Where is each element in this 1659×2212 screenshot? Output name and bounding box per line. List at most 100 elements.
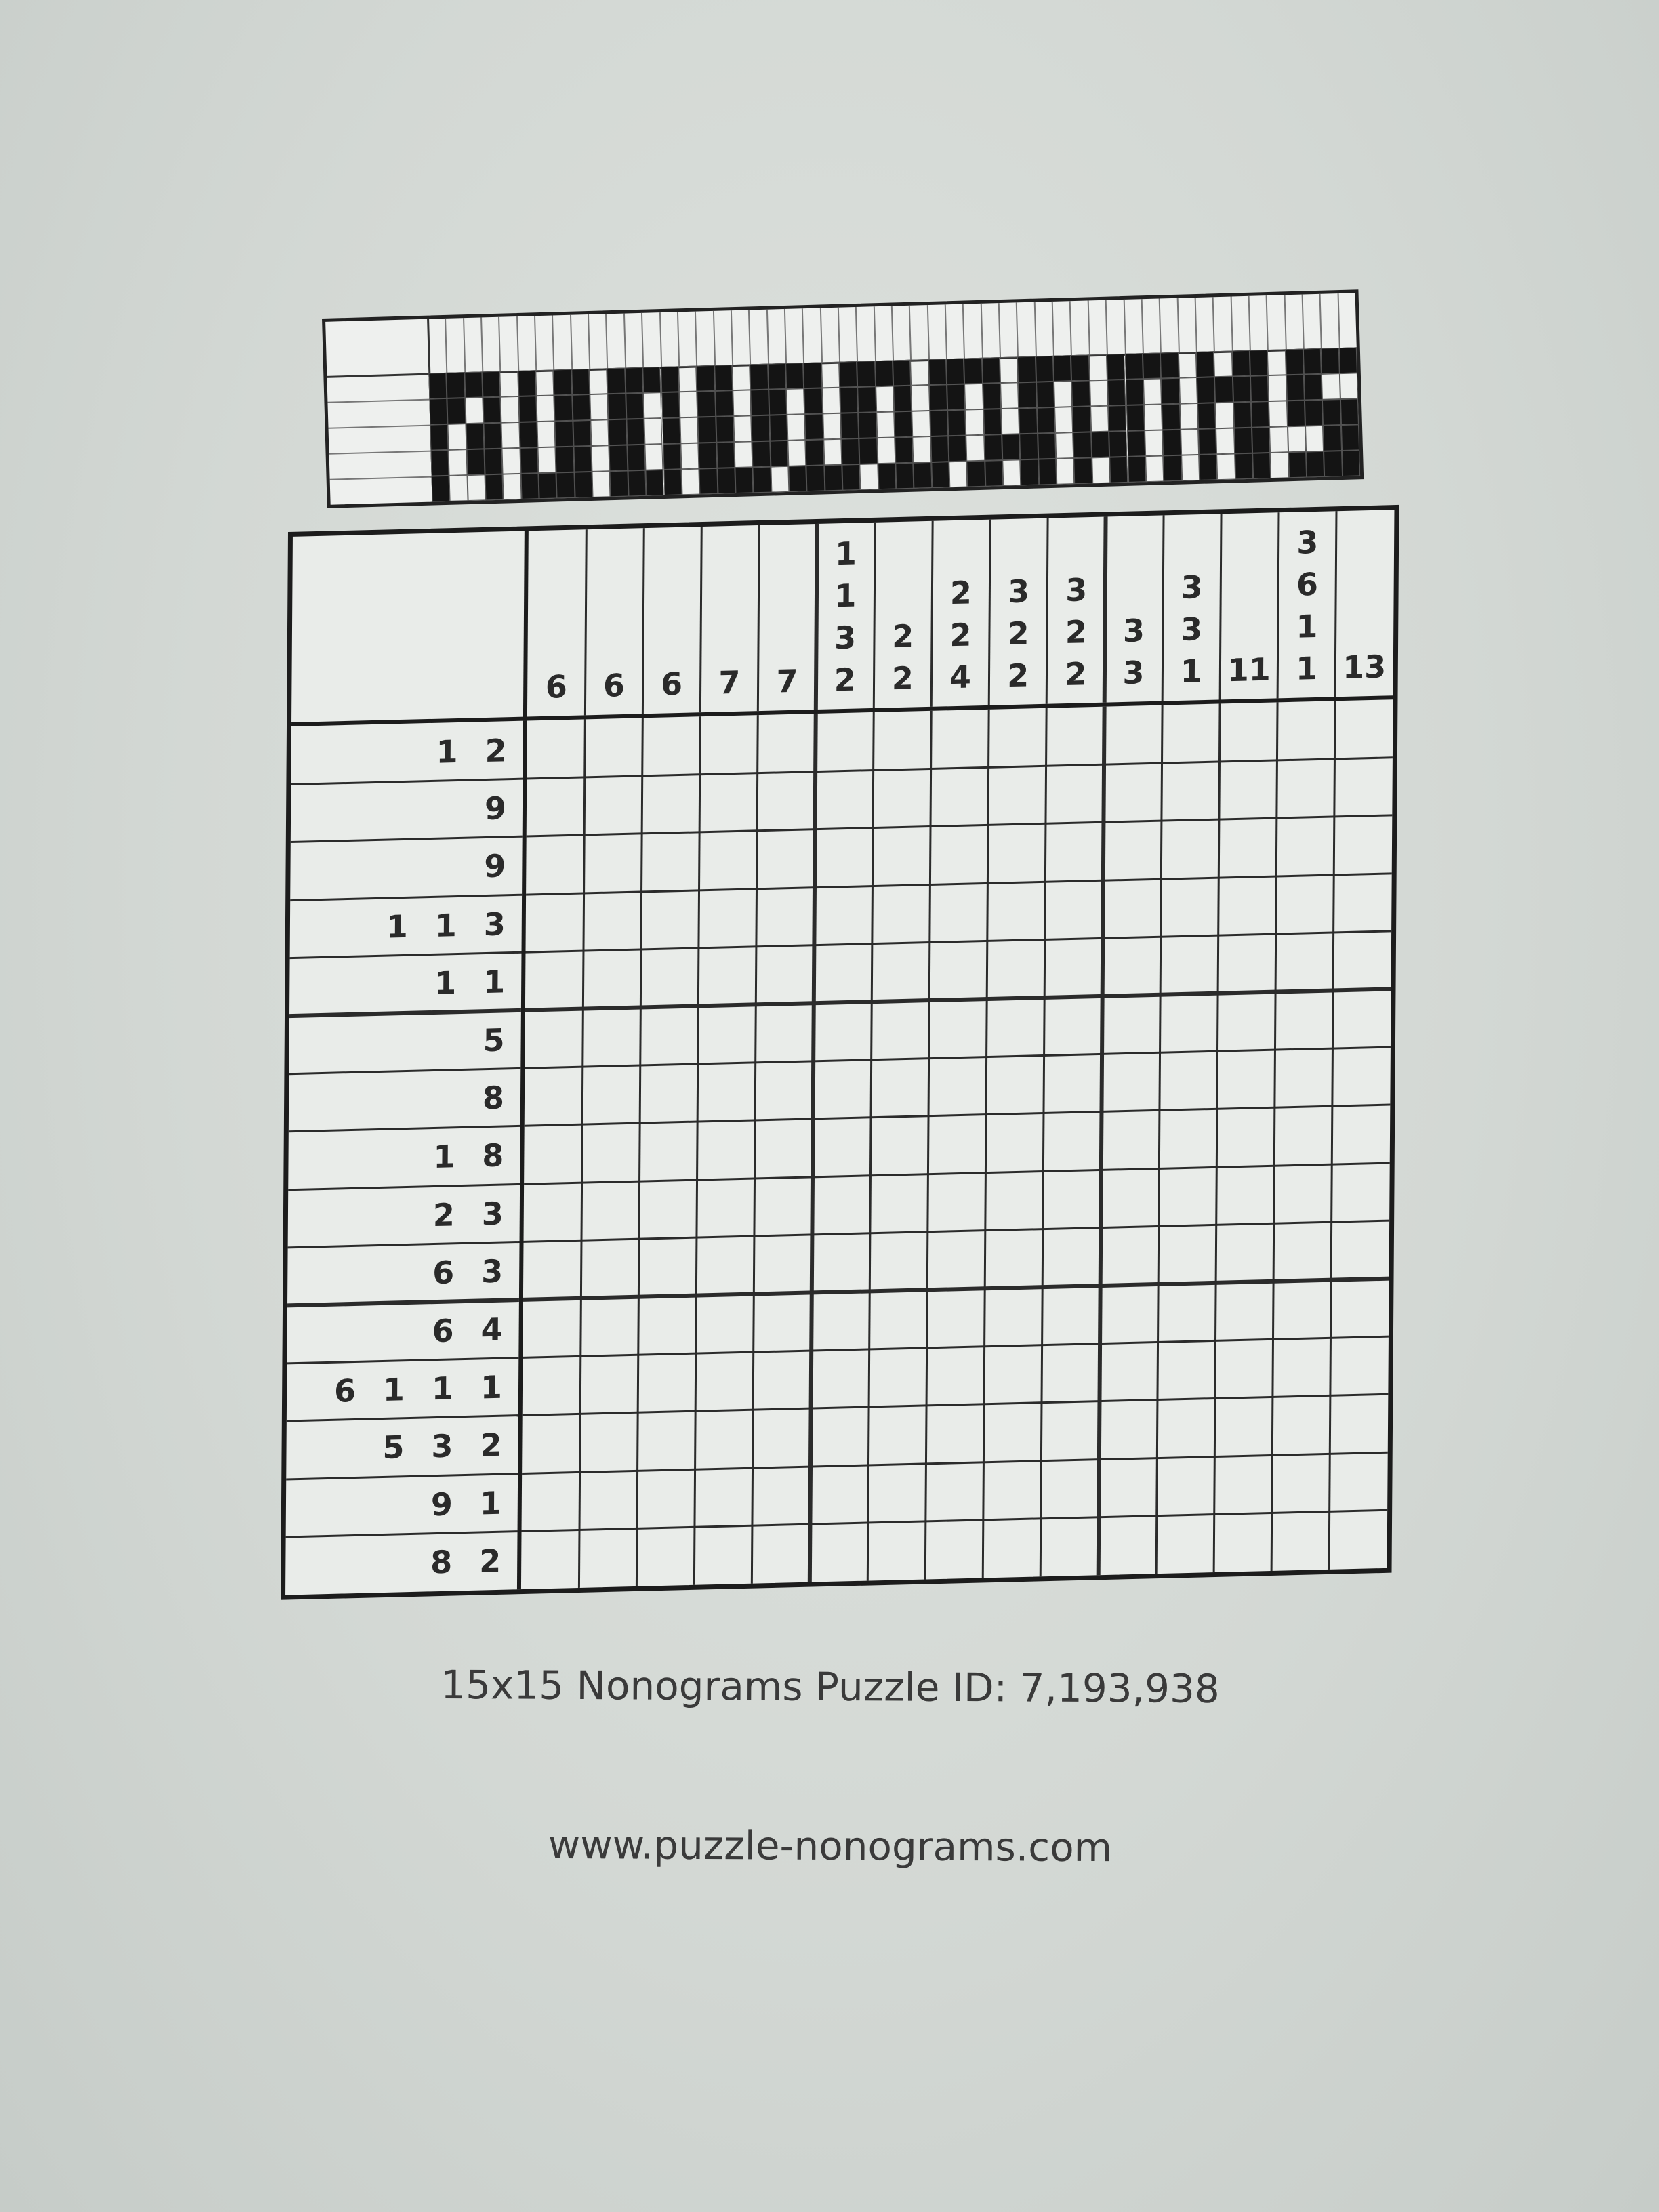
grid-cell[interactable]: [1044, 1054, 1102, 1113]
grid-cell[interactable]: [637, 1469, 695, 1529]
grid-cell[interactable]: [1044, 1112, 1102, 1172]
grid-cell[interactable]: [928, 1172, 986, 1232]
grid-cell[interactable]: [1214, 1513, 1272, 1573]
grid-cell[interactable]: [1334, 874, 1392, 933]
grid-cell[interactable]: [640, 1006, 699, 1065]
grid-cell[interactable]: [985, 1229, 1043, 1289]
grid-cell[interactable]: [695, 1352, 754, 1412]
grid-cell[interactable]: [1158, 1340, 1216, 1400]
grid-cell[interactable]: [867, 1521, 926, 1581]
grid-cell[interactable]: [1157, 1399, 1215, 1458]
grid-cell[interactable]: [583, 892, 642, 951]
grid-cell[interactable]: [1046, 764, 1104, 824]
grid-cell[interactable]: [1100, 1284, 1158, 1344]
grid-cell[interactable]: [929, 999, 987, 1059]
grid-cell[interactable]: [814, 944, 872, 1004]
grid-cell[interactable]: [525, 951, 583, 1010]
grid-cell[interactable]: [523, 1240, 581, 1300]
grid-cell[interactable]: [927, 1231, 985, 1290]
grid-cell[interactable]: [1331, 1221, 1389, 1280]
grid-cell[interactable]: [1103, 821, 1162, 880]
grid-cell[interactable]: [983, 1460, 1042, 1520]
grid-cell[interactable]: [753, 1408, 811, 1468]
grid-cell[interactable]: [582, 1007, 640, 1067]
grid-cell[interactable]: [1275, 991, 1334, 1050]
grid-cell[interactable]: [584, 776, 642, 836]
grid-cell[interactable]: [925, 1520, 983, 1580]
grid-cell[interactable]: [757, 830, 815, 889]
grid-cell[interactable]: [524, 1183, 582, 1242]
grid-cell[interactable]: [582, 1065, 640, 1125]
grid-cell[interactable]: [813, 1002, 872, 1061]
grid-cell[interactable]: [583, 834, 642, 893]
grid-cell[interactable]: [1272, 1454, 1330, 1513]
grid-cell[interactable]: [698, 1004, 756, 1064]
grid-cell[interactable]: [756, 887, 815, 947]
grid-cell[interactable]: [1217, 1050, 1275, 1109]
grid-cell[interactable]: [639, 1122, 697, 1181]
grid-cell[interactable]: [989, 708, 1047, 768]
grid-cell[interactable]: [926, 1462, 984, 1522]
grid-cell[interactable]: [984, 1345, 1042, 1405]
grid-cell[interactable]: [1216, 1223, 1274, 1283]
grid-cell[interactable]: [1216, 1107, 1275, 1167]
grid-cell[interactable]: [868, 1406, 926, 1465]
grid-cell[interactable]: [523, 1298, 581, 1358]
grid-cell[interactable]: [638, 1353, 696, 1413]
grid-cell[interactable]: [1272, 1396, 1330, 1456]
grid-cell[interactable]: [1215, 1339, 1273, 1399]
grid-cell[interactable]: [873, 711, 931, 771]
grid-cell[interactable]: [815, 712, 874, 772]
grid-cell[interactable]: [1160, 1051, 1218, 1111]
grid-cell[interactable]: [1101, 1227, 1159, 1286]
grid-cell[interactable]: [1216, 1166, 1275, 1225]
grid-cell[interactable]: [753, 1351, 811, 1410]
grid-cell[interactable]: [638, 1237, 697, 1297]
grid-cell[interactable]: [637, 1411, 695, 1471]
grid-cell[interactable]: [1160, 994, 1218, 1053]
grid-cell[interactable]: [696, 1236, 754, 1296]
grid-cell[interactable]: [1329, 1510, 1387, 1570]
grid-cell[interactable]: [1044, 996, 1103, 1056]
grid-cell[interactable]: [697, 1063, 756, 1122]
grid-cell[interactable]: [870, 1174, 928, 1233]
grid-cell[interactable]: [1101, 1052, 1160, 1112]
grid-cell[interactable]: [1156, 1456, 1214, 1516]
grid-cell[interactable]: [871, 1059, 929, 1118]
grid-cell[interactable]: [1162, 762, 1220, 821]
grid-cell[interactable]: [811, 1291, 869, 1351]
grid-cell[interactable]: [1332, 1047, 1391, 1107]
grid-cell[interactable]: [1218, 818, 1277, 878]
grid-cell[interactable]: [521, 1530, 579, 1590]
grid-cell[interactable]: [581, 1239, 639, 1298]
grid-cell[interactable]: [527, 777, 585, 837]
grid-cell[interactable]: [523, 1356, 581, 1416]
grid-cell[interactable]: [1159, 1109, 1217, 1169]
grid-cell[interactable]: [931, 710, 989, 769]
grid-cell[interactable]: [986, 1113, 1044, 1173]
grid-cell[interactable]: [987, 882, 1046, 941]
grid-cell[interactable]: [983, 1519, 1041, 1578]
grid-cell[interactable]: [812, 1233, 870, 1293]
grid-cell[interactable]: [636, 1527, 695, 1586]
grid-cell[interactable]: [1214, 1397, 1273, 1457]
grid-cell[interactable]: [1043, 1170, 1101, 1229]
grid-cell[interactable]: [695, 1468, 753, 1528]
grid-cell[interactable]: [1101, 1168, 1159, 1228]
grid-cell[interactable]: [1044, 938, 1103, 998]
grid-cell[interactable]: [1101, 1111, 1160, 1170]
grid-cell[interactable]: [1042, 1286, 1101, 1345]
grid-cell[interactable]: [752, 1467, 811, 1526]
grid-cell[interactable]: [697, 1120, 756, 1180]
grid-cell[interactable]: [1276, 875, 1334, 935]
grid-cell[interactable]: [987, 939, 1045, 999]
grid-cell[interactable]: [813, 1060, 872, 1120]
grid-cell[interactable]: [811, 1407, 869, 1467]
grid-cell[interactable]: [1273, 1338, 1331, 1397]
grid-cell[interactable]: [1214, 1455, 1273, 1515]
grid-cell[interactable]: [1160, 935, 1218, 995]
grid-cell[interactable]: [1277, 701, 1336, 760]
grid-cell[interactable]: [527, 719, 585, 779]
grid-cell[interactable]: [694, 1525, 752, 1585]
grid-cell[interactable]: [1332, 1163, 1390, 1223]
